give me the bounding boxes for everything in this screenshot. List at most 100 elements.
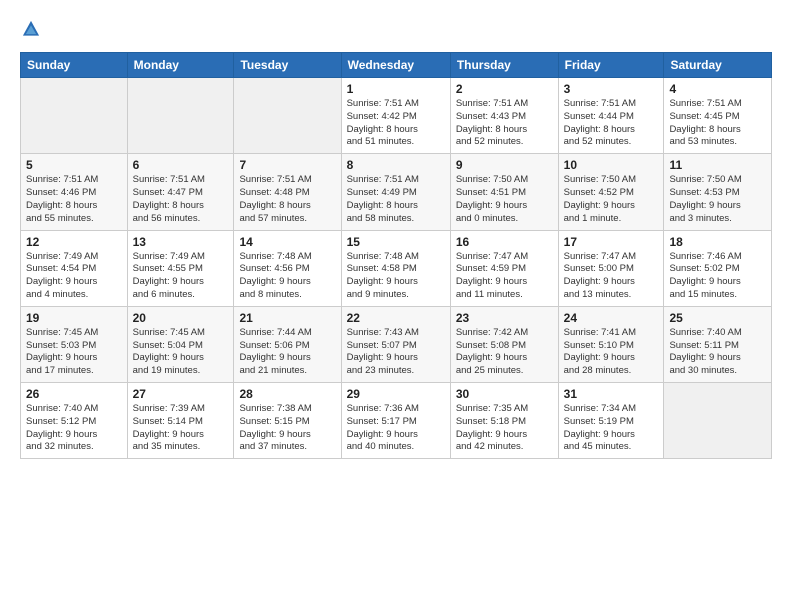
calendar-cell: 24Sunrise: 7:41 AM Sunset: 5:10 PM Dayli…	[558, 306, 664, 382]
calendar-cell: 9 Sunrise: 7:50 AM Sunset: 4:51 PM Daylig…	[450, 154, 558, 230]
calendar-week-row: 1 Sunrise: 7:51 AM Sunset: 4:42 PM Daylig…	[21, 78, 772, 154]
calendar-week-row: 26 Sunrise: 7:40 AM Sunset: 5:12 PM Dayli…	[21, 383, 772, 459]
day-number: 13	[133, 235, 229, 249]
day-number: 16	[456, 235, 553, 249]
day-of-week-header: Friday	[558, 53, 664, 78]
day-info: Sunrise: 7:51 AM Sunset: 4:48 PM Dayligh…	[239, 174, 335, 225]
day-info: Sunrise: 7:44 AM Sunset: 5:06 PM Dayligh…	[239, 327, 335, 378]
day-number: 8	[347, 158, 445, 172]
calendar-cell: 6 Sunrise: 7:51 AM Sunset: 4:47 PM Daylig…	[127, 154, 234, 230]
calendar-cell: 4 Sunrise: 7:51 AM Sunset: 4:45 PM Daylig…	[664, 78, 772, 154]
calendar-cell	[21, 78, 128, 154]
calendar-cell: 5 Sunrise: 7:51 AM Sunset: 4:46 PM Daylig…	[21, 154, 128, 230]
day-number: 30	[456, 387, 553, 401]
day-number: 27	[133, 387, 229, 401]
day-info: Sunrise: 7:47 AM Sunset: 4:59 PM Dayligh…	[456, 251, 553, 302]
calendar-cell: 18Sunrise: 7:46 AM Sunset: 5:02 PM Dayli…	[664, 230, 772, 306]
day-info: Sunrise: 7:50 AM Sunset: 4:52 PM Dayligh…	[564, 174, 659, 225]
day-number: 3	[564, 82, 659, 96]
day-number: 24	[564, 311, 659, 325]
calendar-cell: 29 Sunrise: 7:36 AM Sunset: 5:17 PM Dayli…	[341, 383, 450, 459]
day-info: Sunrise: 7:51 AM Sunset: 4:46 PM Dayligh…	[26, 174, 122, 225]
day-number: 29	[347, 387, 445, 401]
day-number: 22	[347, 311, 445, 325]
day-info: Sunrise: 7:46 AM Sunset: 5:02 PM Dayligh…	[669, 251, 766, 302]
calendar-header-row: SundayMondayTuesdayWednesdayThursdayFrid…	[21, 53, 772, 78]
logo	[20, 18, 46, 40]
calendar-cell: 14 Sunrise: 7:48 AM Sunset: 4:56 PM Dayli…	[234, 230, 341, 306]
day-of-week-header: Sunday	[21, 53, 128, 78]
day-number: 20	[133, 311, 229, 325]
calendar-cell: 27 Sunrise: 7:39 AM Sunset: 5:14 PM Dayli…	[127, 383, 234, 459]
day-number: 23	[456, 311, 553, 325]
day-number: 25	[669, 311, 766, 325]
day-info: Sunrise: 7:48 AM Sunset: 4:56 PM Dayligh…	[239, 251, 335, 302]
calendar-week-row: 12Sunrise: 7:49 AM Sunset: 4:54 PM Dayli…	[21, 230, 772, 306]
day-number: 6	[133, 158, 229, 172]
day-number: 7	[239, 158, 335, 172]
calendar-cell: 11 Sunrise: 7:50 AM Sunset: 4:53 PM Dayli…	[664, 154, 772, 230]
calendar-cell: 31Sunrise: 7:34 AM Sunset: 5:19 PM Dayli…	[558, 383, 664, 459]
calendar-cell: 3 Sunrise: 7:51 AM Sunset: 4:44 PM Daylig…	[558, 78, 664, 154]
calendar-cell: 23 Sunrise: 7:42 AM Sunset: 5:08 PM Dayli…	[450, 306, 558, 382]
day-number: 14	[239, 235, 335, 249]
day-number: 28	[239, 387, 335, 401]
day-number: 31	[564, 387, 659, 401]
day-info: Sunrise: 7:43 AM Sunset: 5:07 PM Dayligh…	[347, 327, 445, 378]
day-info: Sunrise: 7:40 AM Sunset: 5:12 PM Dayligh…	[26, 403, 122, 454]
day-number: 11	[669, 158, 766, 172]
calendar-cell: 7 Sunrise: 7:51 AM Sunset: 4:48 PM Daylig…	[234, 154, 341, 230]
calendar-week-row: 5 Sunrise: 7:51 AM Sunset: 4:46 PM Daylig…	[21, 154, 772, 230]
calendar-cell: 10 Sunrise: 7:50 AM Sunset: 4:52 PM Dayli…	[558, 154, 664, 230]
page: SundayMondayTuesdayWednesdayThursdayFrid…	[0, 0, 792, 471]
calendar-cell: 26 Sunrise: 7:40 AM Sunset: 5:12 PM Dayli…	[21, 383, 128, 459]
calendar-cell: 17Sunrise: 7:47 AM Sunset: 5:00 PM Dayli…	[558, 230, 664, 306]
day-of-week-header: Thursday	[450, 53, 558, 78]
day-info: Sunrise: 7:51 AM Sunset: 4:47 PM Dayligh…	[133, 174, 229, 225]
calendar-cell: 19 Sunrise: 7:45 AM Sunset: 5:03 PM Dayli…	[21, 306, 128, 382]
day-number: 21	[239, 311, 335, 325]
day-info: Sunrise: 7:48 AM Sunset: 4:58 PM Dayligh…	[347, 251, 445, 302]
calendar-cell: 13 Sunrise: 7:49 AM Sunset: 4:55 PM Dayli…	[127, 230, 234, 306]
day-info: Sunrise: 7:51 AM Sunset: 4:45 PM Dayligh…	[669, 98, 766, 149]
calendar-cell: 28Sunrise: 7:38 AM Sunset: 5:15 PM Dayli…	[234, 383, 341, 459]
calendar-cell: 25Sunrise: 7:40 AM Sunset: 5:11 PM Dayli…	[664, 306, 772, 382]
day-info: Sunrise: 7:51 AM Sunset: 4:49 PM Dayligh…	[347, 174, 445, 225]
calendar-cell: 21 Sunrise: 7:44 AM Sunset: 5:06 PM Dayli…	[234, 306, 341, 382]
day-of-week-header: Monday	[127, 53, 234, 78]
day-of-week-header: Saturday	[664, 53, 772, 78]
day-info: Sunrise: 7:51 AM Sunset: 4:43 PM Dayligh…	[456, 98, 553, 149]
day-number: 15	[347, 235, 445, 249]
calendar-cell: 8 Sunrise: 7:51 AM Sunset: 4:49 PM Daylig…	[341, 154, 450, 230]
day-info: Sunrise: 7:39 AM Sunset: 5:14 PM Dayligh…	[133, 403, 229, 454]
day-number: 5	[26, 158, 122, 172]
calendar-cell	[234, 78, 341, 154]
day-of-week-header: Tuesday	[234, 53, 341, 78]
day-info: Sunrise: 7:49 AM Sunset: 4:55 PM Dayligh…	[133, 251, 229, 302]
day-number: 4	[669, 82, 766, 96]
day-number: 12	[26, 235, 122, 249]
day-info: Sunrise: 7:42 AM Sunset: 5:08 PM Dayligh…	[456, 327, 553, 378]
calendar-week-row: 19 Sunrise: 7:45 AM Sunset: 5:03 PM Dayli…	[21, 306, 772, 382]
day-info: Sunrise: 7:50 AM Sunset: 4:53 PM Dayligh…	[669, 174, 766, 225]
day-number: 10	[564, 158, 659, 172]
day-number: 26	[26, 387, 122, 401]
calendar-cell	[664, 383, 772, 459]
calendar-cell	[127, 78, 234, 154]
calendar-cell: 20 Sunrise: 7:45 AM Sunset: 5:04 PM Dayli…	[127, 306, 234, 382]
day-info: Sunrise: 7:35 AM Sunset: 5:18 PM Dayligh…	[456, 403, 553, 454]
logo-icon	[20, 18, 42, 40]
day-number: 19	[26, 311, 122, 325]
calendar-cell: 16 Sunrise: 7:47 AM Sunset: 4:59 PM Dayli…	[450, 230, 558, 306]
calendar: SundayMondayTuesdayWednesdayThursdayFrid…	[20, 52, 772, 459]
day-info: Sunrise: 7:50 AM Sunset: 4:51 PM Dayligh…	[456, 174, 553, 225]
day-number: 1	[347, 82, 445, 96]
day-info: Sunrise: 7:51 AM Sunset: 4:44 PM Dayligh…	[564, 98, 659, 149]
day-info: Sunrise: 7:45 AM Sunset: 5:04 PM Dayligh…	[133, 327, 229, 378]
day-number: 9	[456, 158, 553, 172]
day-info: Sunrise: 7:36 AM Sunset: 5:17 PM Dayligh…	[347, 403, 445, 454]
day-info: Sunrise: 7:45 AM Sunset: 5:03 PM Dayligh…	[26, 327, 122, 378]
calendar-cell: 22 Sunrise: 7:43 AM Sunset: 5:07 PM Dayli…	[341, 306, 450, 382]
day-info: Sunrise: 7:51 AM Sunset: 4:42 PM Dayligh…	[347, 98, 445, 149]
calendar-cell: 15 Sunrise: 7:48 AM Sunset: 4:58 PM Dayli…	[341, 230, 450, 306]
